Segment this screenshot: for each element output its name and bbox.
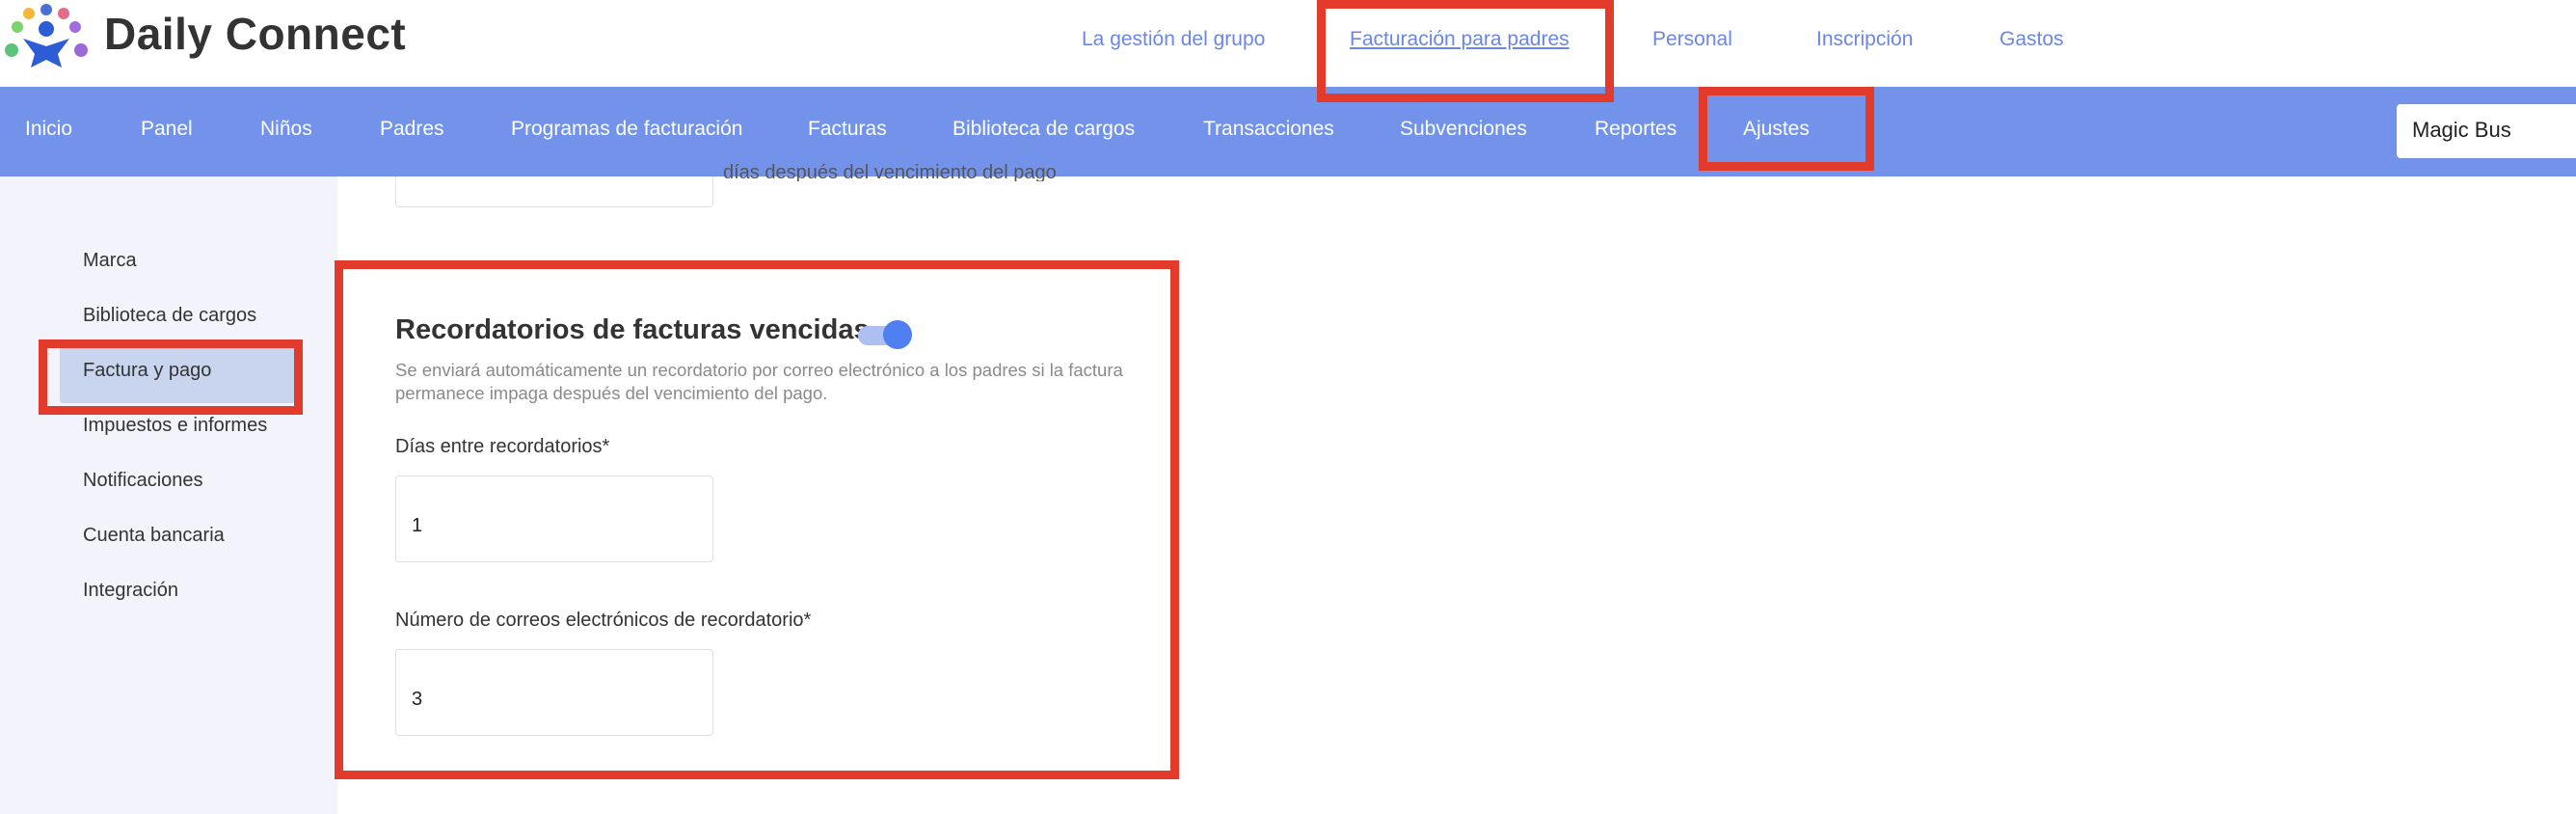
nav-transactions[interactable]: Transacciones [1203,118,1334,141]
main-nav: Inicio Panel Niños Padres Programas de f… [0,87,2576,176]
nav-charges-library[interactable]: Biblioteca de cargos [953,118,1135,141]
topnav-group-management[interactable]: La gestión del grupo [1082,28,1265,51]
nav-children[interactable]: Niños [260,118,312,141]
school-selector[interactable]: Magic Bus [2397,104,2576,158]
sidebar-item-bank-account[interactable]: Cuenta bancaria [83,525,225,547]
top-header: Daily Connect La gestión del grupo Factu… [0,0,2576,87]
previous-days-input[interactable] [395,176,713,207]
topnav-parent-billing[interactable]: Facturación para padres [1350,28,1570,51]
nav-billing-programs[interactable]: Programas de facturación [511,118,742,141]
topnav-staff[interactable]: Personal [1652,28,1732,51]
settings-sidebar: Marca Biblioteca de cargos Factura y pag… [0,176,337,814]
nav-inicio[interactable]: Inicio [25,118,72,141]
previous-days-label: días después del vencimiento del pago [723,162,1057,181]
brand-name: Daily Connect [104,9,407,59]
nav-subsidies[interactable]: Subvenciones [1400,118,1527,141]
sidebar-item-notifications[interactable]: Notificaciones [83,470,203,492]
reminders-description: Se enviará automáticamente un recordator… [395,360,1123,403]
reminder-count-input[interactable]: 3 [395,649,713,736]
sidebar-item-integration[interactable]: Integración [83,580,178,602]
sidebar-item-charges-library[interactable]: Biblioteca de cargos [83,305,256,327]
overdue-reminders-card: Recordatorios de facturas vencidas Se en… [343,266,1172,772]
sidebar-item-taxes-reports[interactable]: Impuestos e informes [83,415,267,437]
nav-settings[interactable]: Ajustes [1743,118,1810,141]
nav-parents[interactable]: Padres [380,118,444,141]
sidebar-item-brand[interactable]: Marca [83,250,137,272]
nav-panel[interactable]: Panel [141,118,193,141]
app-root: Daily Connect La gestión del grupo Factu… [0,0,2576,814]
reminder-count-label: Número de correos electrónicos de record… [395,610,812,631]
toggle-knob [883,320,912,349]
days-between-label: Días entre recordatorios* [395,436,610,457]
topnav-enrollment[interactable]: Inscripción [1816,28,1913,51]
days-between-input[interactable]: 1 [395,475,713,562]
topnav-expenses[interactable]: Gastos [1999,28,2064,51]
reminders-title: Recordatorios de facturas vencidas [395,314,870,345]
nav-invoices[interactable]: Facturas [808,118,887,141]
reminders-toggle[interactable] [858,320,912,349]
sidebar-item-invoice-payment[interactable]: Factura y pago [83,360,211,382]
people-logo-icon [5,4,88,68]
nav-reports[interactable]: Reportes [1595,118,1677,141]
